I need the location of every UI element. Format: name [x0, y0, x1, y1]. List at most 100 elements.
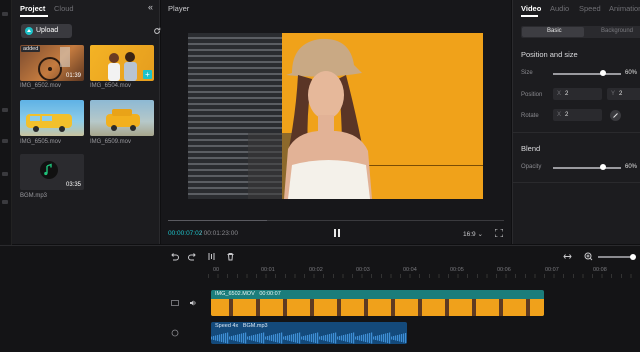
upload-button[interactable]: Upload — [21, 24, 72, 38]
media-name: IMG_6504.mov — [90, 83, 132, 89]
divider — [513, 132, 640, 133]
size-label: Size — [521, 70, 533, 76]
van-image — [26, 114, 72, 132]
zoom-in-icon[interactable] — [584, 252, 593, 261]
tab-video[interactable]: Video — [521, 4, 541, 13]
active-tab-indicator — [521, 15, 538, 17]
rail-icon[interactable] — [2, 108, 8, 112]
clip-speed: Speed 4x — [215, 323, 239, 329]
rotate-button[interactable] — [610, 110, 621, 121]
rail-icon[interactable] — [2, 172, 8, 176]
clip-name: IMG_6502.MOV — [215, 291, 255, 297]
tab-speed[interactable]: Speed — [579, 4, 601, 13]
media-duration: 01:39 — [65, 73, 81, 79]
refresh-icon[interactable] — [153, 27, 161, 35]
pen-icon — [613, 113, 618, 118]
player-panel: Player 00:00:07:02 / 00:01:23:00 16:9 ⌄ — [161, 0, 511, 244]
size-slider[interactable] — [553, 73, 621, 75]
clip-time: 00:00:07 — [259, 291, 281, 297]
ruler-tick: 00:05 — [450, 267, 464, 273]
ruler-tick: 00:04 — [403, 267, 417, 273]
ruler-tick: 00 — [213, 267, 220, 273]
delete-icon[interactable] — [226, 252, 235, 261]
clip-frames — [211, 299, 544, 316]
magnet-icon[interactable] — [563, 252, 572, 261]
media-name: IMG_6509.mov — [90, 139, 132, 145]
position-size-heading: Position and size — [521, 50, 578, 59]
media-name: BGM.mp3 — [20, 193, 48, 199]
subtab-background[interactable]: Background — [601, 28, 633, 34]
rotate-axis-label: X — [557, 112, 562, 118]
rotate-field[interactable]: X2 — [553, 109, 602, 121]
added-badge: added — [21, 46, 41, 52]
subtab-basic[interactable]: Basic — [547, 28, 562, 34]
fullscreen-icon[interactable] — [495, 229, 503, 237]
clip-name: BGM.mp3 — [242, 323, 268, 329]
active-tab-indicator — [20, 15, 48, 17]
media-name: IMG_6502.mov — [20, 83, 62, 89]
volume-icon[interactable] — [189, 299, 197, 307]
media-duration: 03:35 — [65, 182, 81, 188]
tab-project[interactable]: Project — [20, 4, 45, 13]
ruler-tick: 00:08 — [593, 267, 607, 273]
media-thumbnail[interactable]: 03:35 — [20, 154, 84, 190]
rail-icon[interactable] — [2, 200, 8, 204]
aspect-ratio-value: 16:9 — [463, 231, 476, 238]
split-icon[interactable] — [207, 252, 216, 261]
pause-icon — [334, 229, 336, 237]
video-clip[interactable]: IMG_6502.MOV 00:00:07 — [211, 290, 544, 316]
rail-icon[interactable] — [2, 139, 8, 143]
collapse-panel-icon[interactable]: « — [148, 3, 153, 12]
rotate-label: Rotate — [521, 113, 539, 119]
upload-label: Upload — [36, 27, 59, 34]
x-axis-label: X — [557, 91, 562, 97]
opacity-slider-handle[interactable] — [600, 164, 607, 170]
aspect-ratio-dropdown[interactable]: 16:9 ⌄ — [463, 230, 483, 238]
timeline-panel: 00 00:01 00:02 00:03 00:04 00:05 00:06 0… — [0, 245, 640, 352]
tab-animation[interactable]: Animation — [609, 4, 640, 13]
pause-icon — [338, 229, 340, 237]
zoom-slider[interactable] — [598, 256, 632, 258]
position-y-value: 2 — [619, 91, 623, 97]
media-thumbnail[interactable] — [20, 100, 84, 136]
audio-clip[interactable]: Speed 4x BGM.mp3 — [211, 322, 407, 344]
tab-cloud[interactable]: Cloud — [54, 4, 74, 13]
clip-header: IMG_6502.MOV 00:00:07 — [215, 291, 281, 297]
size-slider-handle[interactable] — [600, 70, 607, 76]
opacity-value[interactable]: 60% — [625, 164, 637, 170]
position-label: Position — [521, 92, 543, 98]
ruler-tick: 00:07 — [545, 267, 559, 273]
project-panel: Project Cloud « Upload added 01:39 IMG_6… — [12, 0, 161, 244]
inspector-panel: Video Audio Speed Animation Basic Backgr… — [512, 0, 640, 244]
zoom-slider-handle[interactable] — [630, 254, 636, 260]
media-thumbnail[interactable]: added 01:39 — [20, 45, 84, 81]
rotate-value: 2 — [565, 112, 569, 118]
divider — [513, 182, 640, 183]
tab-audio[interactable]: Audio — [550, 4, 569, 13]
rail-icon[interactable] — [2, 12, 8, 16]
ruler-tick: 00:06 — [497, 267, 511, 273]
pause-button[interactable] — [333, 229, 341, 237]
upload-icon — [25, 27, 33, 35]
clip-header: Speed 4x BGM.mp3 — [215, 323, 268, 329]
blend-heading: Blend — [521, 144, 541, 153]
basic-background-toggle: Basic Background — [521, 26, 640, 38]
player-title: Player — [168, 4, 190, 13]
position-y-field[interactable]: Y2 — [607, 88, 640, 100]
media-thumbnail[interactable] — [90, 100, 154, 136]
ruler-tick: 00:01 — [261, 267, 275, 273]
audio-waveform — [211, 332, 407, 344]
add-to-timeline-button[interactable]: + — [143, 70, 152, 79]
position-x-value: 2 — [565, 91, 569, 97]
opacity-label: Opacity — [521, 164, 542, 170]
video-preview[interactable] — [188, 33, 483, 199]
opacity-slider[interactable] — [553, 167, 621, 169]
media-thumbnail[interactable]: + — [90, 45, 154, 81]
position-x-field[interactable]: X2 — [553, 88, 602, 100]
redo-icon[interactable] — [188, 252, 197, 261]
size-value[interactable]: 60% — [625, 70, 637, 76]
time-ruler[interactable] — [208, 274, 640, 278]
audio-track-icon — [171, 329, 179, 337]
undo-icon[interactable] — [170, 252, 179, 261]
current-time: 00:00:07:02 — [168, 230, 203, 237]
